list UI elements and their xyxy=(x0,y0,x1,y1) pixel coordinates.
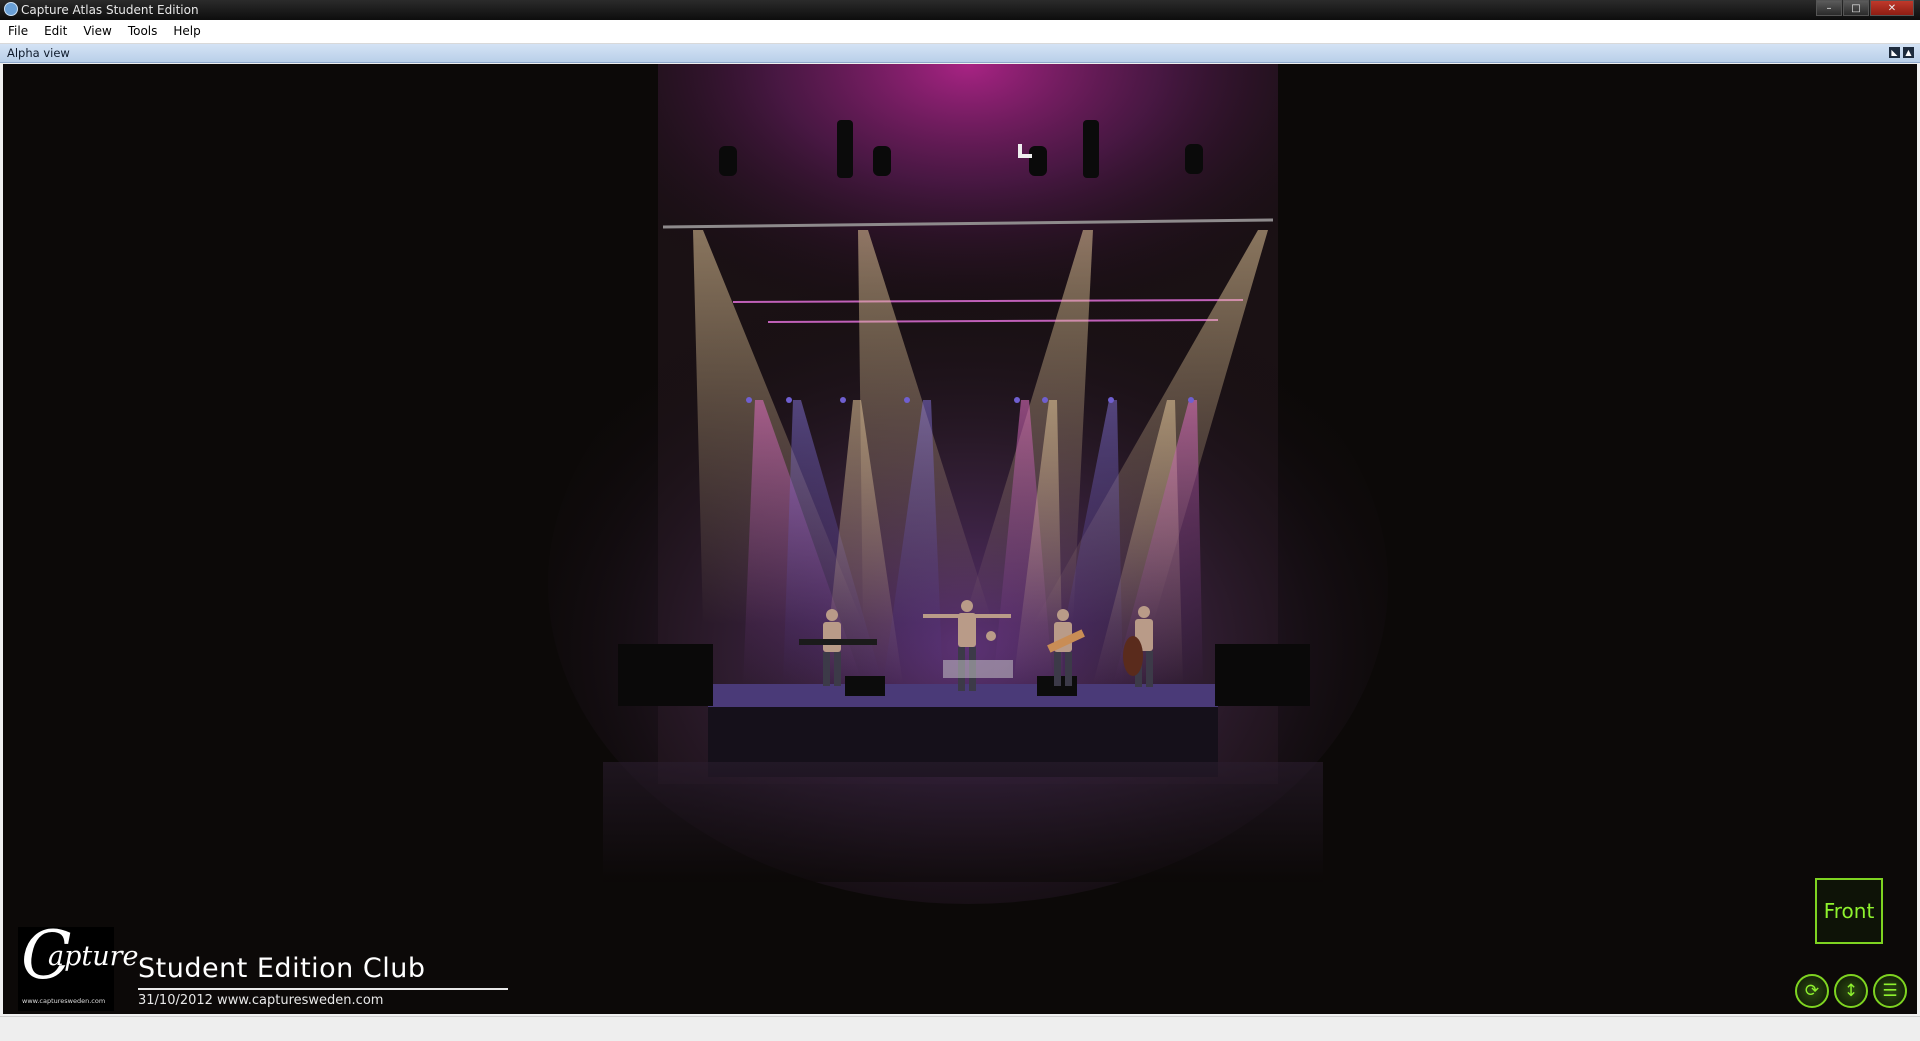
title-bar: Capture Atlas Student Edition – □ ✕ xyxy=(0,0,1920,20)
panel-title: Alpha view xyxy=(7,46,70,60)
pin-icon[interactable]: ◣ xyxy=(1889,47,1900,58)
project-title: Student Edition Club xyxy=(138,953,426,984)
panel-header: Alpha view ◣ ▲ xyxy=(0,44,1920,63)
title-underline xyxy=(138,988,508,990)
menu-view[interactable]: View xyxy=(75,20,119,43)
project-subtitle: 31/10/2012 www.capturesweden.com xyxy=(138,993,384,1008)
menu-icon[interactable]: ☰ xyxy=(1873,974,1907,1008)
menu-help[interactable]: Help xyxy=(165,20,208,43)
stage-render xyxy=(3,64,1917,1014)
menu-edit[interactable]: Edit xyxy=(36,20,75,43)
move-icon[interactable]: ↕ xyxy=(1834,974,1868,1008)
window-controls: – □ ✕ xyxy=(1815,0,1914,18)
status-bar xyxy=(0,1016,1920,1041)
logo-word: apture xyxy=(48,941,139,972)
close-button[interactable]: ✕ xyxy=(1870,0,1914,16)
menu-bar: File Edit View Tools Help xyxy=(0,20,1920,44)
maximize-button[interactable]: □ xyxy=(1843,0,1869,16)
window-title: Capture Atlas Student Edition xyxy=(21,3,199,17)
capture-logo: C apture www.capturesweden.com xyxy=(18,923,139,1011)
minimize-button[interactable]: – xyxy=(1816,0,1842,16)
menu-tools[interactable]: Tools xyxy=(120,20,166,43)
logo-url: www.capturesweden.com xyxy=(22,997,106,1005)
front-view-button[interactable]: Front xyxy=(1815,878,1883,944)
menu-file[interactable]: File xyxy=(0,20,36,43)
rotate-icon[interactable]: ⟳ xyxy=(1795,974,1829,1008)
alpha-viewport[interactable]: C apture www.capturesweden.com Student E… xyxy=(3,64,1917,1014)
app-icon xyxy=(4,2,18,16)
undock-icon[interactable]: ▲ xyxy=(1903,47,1914,58)
